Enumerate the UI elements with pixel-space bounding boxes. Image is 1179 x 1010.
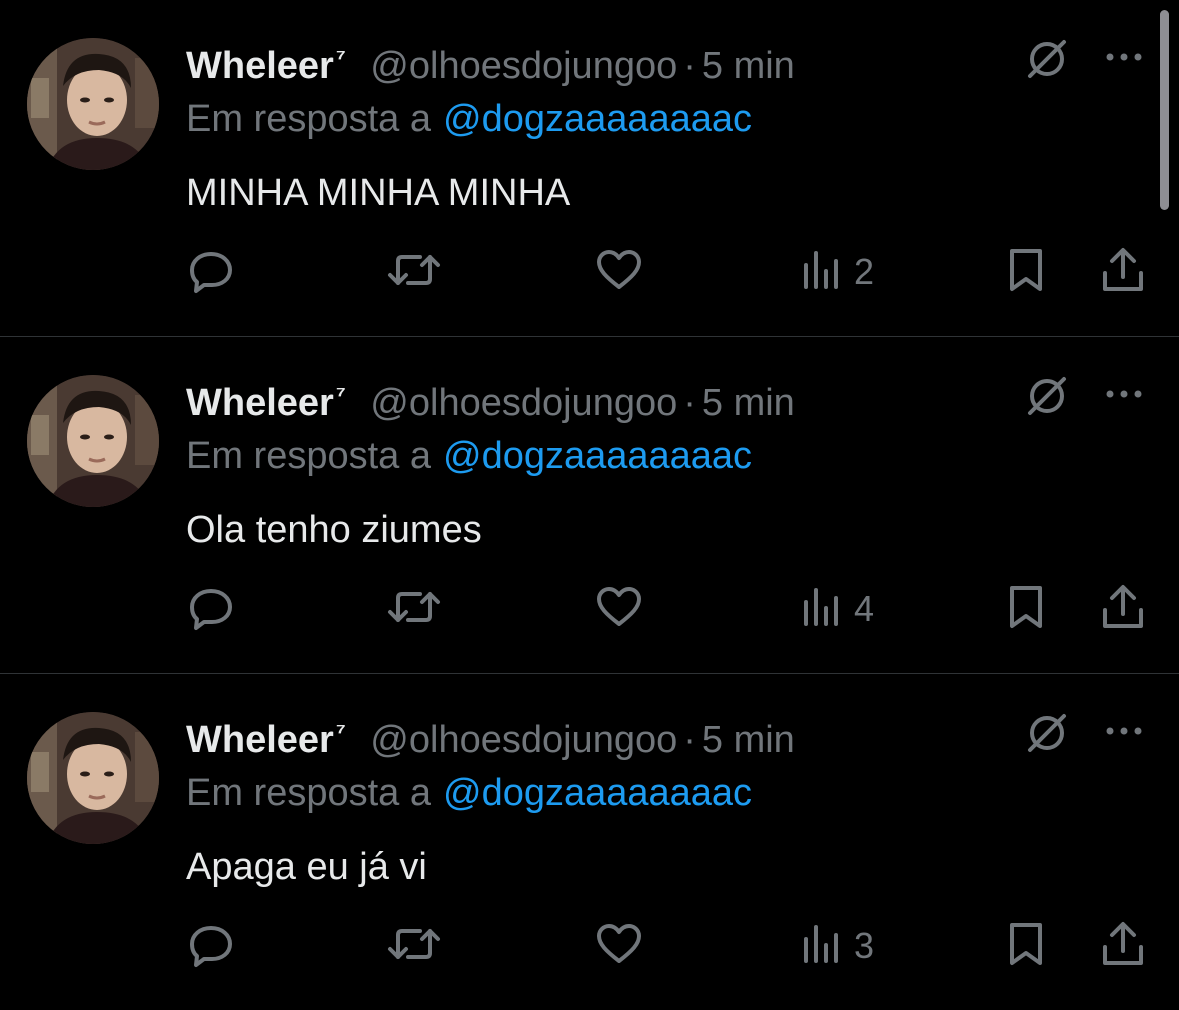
retweet-icon xyxy=(386,582,442,637)
bookmark-icon xyxy=(1004,582,1048,637)
heart-icon xyxy=(594,919,644,974)
timestamp[interactable]: 5 min xyxy=(702,382,795,424)
retweet-button[interactable] xyxy=(386,583,442,635)
share-button[interactable] xyxy=(1100,920,1146,972)
tweet-text: Ola tenho ziumes xyxy=(186,509,482,551)
tweet-header: Wheleer⁷ @olhoesdojungoo · 5 min xyxy=(186,710,795,761)
share-icon xyxy=(1100,919,1146,974)
reply-prefix: Em resposta a xyxy=(186,435,431,477)
views-button[interactable]: 2 xyxy=(800,246,874,298)
tweet[interactable]: Wheleer⁷ @olhoesdojungoo · 5 min Em respos… xyxy=(0,337,1179,673)
views-icon xyxy=(800,582,844,637)
reply-mention-link[interactable]: @dogzaaaaaaaac xyxy=(443,98,752,140)
reply-prefix: Em resposta a xyxy=(186,772,431,814)
like-button[interactable] xyxy=(594,583,644,635)
reply-button[interactable] xyxy=(186,246,236,298)
views-icon xyxy=(800,245,844,300)
tweet-text: MINHA MINHA MINHA xyxy=(186,172,571,214)
retweet-icon xyxy=(386,919,442,974)
tweet-feed: Wheleer⁷ @olhoesdojungoo · 5 min Em respos… xyxy=(0,0,1179,984)
action-bar: 3 xyxy=(0,920,1179,972)
mute-icon[interactable] xyxy=(1024,36,1070,82)
reply-button[interactable] xyxy=(186,920,236,972)
scrollbar[interactable] xyxy=(1160,10,1169,210)
reply-icon xyxy=(186,582,236,637)
display-name[interactable]: Wheleer xyxy=(186,45,334,87)
views-count: 3 xyxy=(854,925,875,966)
like-button[interactable] xyxy=(594,246,644,298)
tweet-text: Apaga eu já vi xyxy=(186,846,427,888)
reply-context: Em resposta a @dogzaaaaaaaac xyxy=(186,433,752,479)
timestamp[interactable]: 5 min xyxy=(702,45,795,87)
views-count: 4 xyxy=(854,588,875,629)
share-icon xyxy=(1100,245,1146,300)
reply-mention-link[interactable]: @dogzaaaaaaaac xyxy=(443,772,752,814)
share-icon xyxy=(1100,582,1146,637)
tweet-header: Wheleer⁷ @olhoesdojungoo · 5 min xyxy=(186,36,795,87)
retweet-button[interactable] xyxy=(386,920,442,972)
tweet[interactable]: Wheleer⁷ @olhoesdojungoo · 5 min Em respos… xyxy=(0,674,1179,1010)
bookmark-button[interactable] xyxy=(1004,583,1048,635)
avatar[interactable] xyxy=(27,712,159,844)
reply-icon xyxy=(186,245,236,300)
more-icon[interactable] xyxy=(1100,373,1148,419)
avatar[interactable] xyxy=(27,375,159,507)
timestamp[interactable]: 5 min xyxy=(702,719,795,761)
bookmark-icon xyxy=(1004,245,1048,300)
avatar[interactable] xyxy=(27,38,159,170)
separator-dot: · xyxy=(683,45,696,87)
user-handle[interactable]: @olhoesdojungoo xyxy=(370,45,677,87)
display-name[interactable]: Wheleer xyxy=(186,382,334,424)
bookmark-button[interactable] xyxy=(1004,246,1048,298)
views-icon xyxy=(800,919,844,974)
name-badge: ⁷ xyxy=(335,45,346,72)
views-button[interactable]: 3 xyxy=(800,920,874,972)
name-badge: ⁷ xyxy=(335,719,346,746)
retweet-icon xyxy=(386,245,442,300)
reply-mention-link[interactable]: @dogzaaaaaaaac xyxy=(443,435,752,477)
share-button[interactable] xyxy=(1100,246,1146,298)
reply-context: Em resposta a @dogzaaaaaaaac xyxy=(186,770,752,816)
views-button[interactable]: 4 xyxy=(800,583,874,635)
reply-context: Em resposta a @dogzaaaaaaaac xyxy=(186,96,752,142)
bookmark-button[interactable] xyxy=(1004,920,1048,972)
mute-icon[interactable] xyxy=(1024,710,1070,756)
user-handle[interactable]: @olhoesdojungoo xyxy=(370,382,677,424)
tweet[interactable]: Wheleer⁷ @olhoesdojungoo · 5 min Em respos… xyxy=(0,0,1179,336)
action-bar: 4 xyxy=(0,583,1179,635)
heart-icon xyxy=(594,245,644,300)
more-icon[interactable] xyxy=(1100,36,1148,82)
user-handle[interactable]: @olhoesdojungoo xyxy=(370,719,677,761)
more-icon[interactable] xyxy=(1100,710,1148,756)
like-button[interactable] xyxy=(594,920,644,972)
action-bar: 2 xyxy=(0,246,1179,298)
views-count: 2 xyxy=(854,251,875,292)
reply-prefix: Em resposta a xyxy=(186,98,431,140)
tweet-header: Wheleer⁷ @olhoesdojungoo · 5 min xyxy=(186,373,795,424)
mute-icon[interactable] xyxy=(1024,373,1070,419)
bookmark-icon xyxy=(1004,919,1048,974)
reply-icon xyxy=(186,919,236,974)
separator-dot: · xyxy=(683,719,696,761)
retweet-button[interactable] xyxy=(386,246,442,298)
share-button[interactable] xyxy=(1100,583,1146,635)
display-name[interactable]: Wheleer xyxy=(186,719,334,761)
name-badge: ⁷ xyxy=(335,382,346,409)
separator-dot: · xyxy=(683,382,696,424)
reply-button[interactable] xyxy=(186,583,236,635)
heart-icon xyxy=(594,582,644,637)
